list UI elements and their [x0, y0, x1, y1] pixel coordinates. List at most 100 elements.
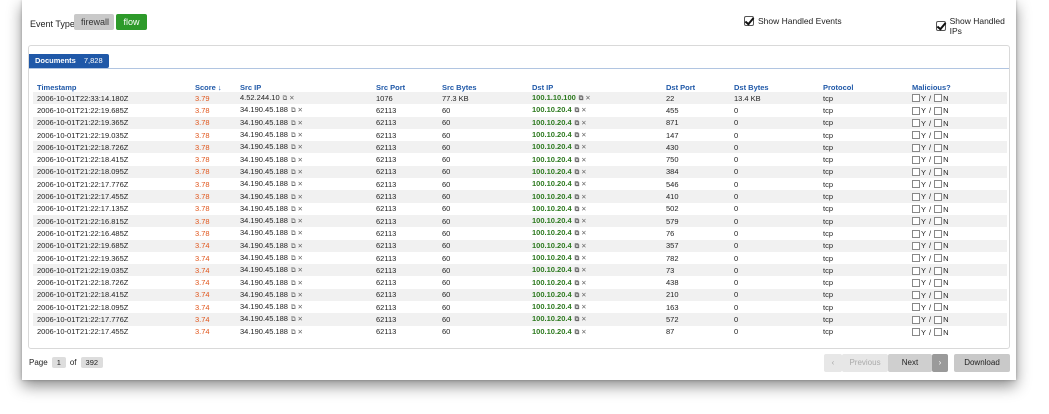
malicious-no-checkbox[interactable]	[934, 303, 943, 312]
table-row[interactable]: 2006-10-01T22:33:14.180Z 3.79 4.52.244.10 ⧉…	[33, 92, 1007, 105]
copy-icon[interactable]: ⧉	[575, 316, 580, 323]
close-icon[interactable]: ✕	[581, 304, 586, 311]
dst-ip[interactable]: 100.10.20.4	[532, 192, 572, 201]
previous-arrow-icon[interactable]: ‹	[824, 354, 842, 372]
malicious-no-checkbox[interactable]	[934, 266, 943, 275]
copy-icon[interactable]: ⧉	[291, 230, 296, 237]
close-icon[interactable]: ✕	[297, 255, 302, 262]
malicious-yes-checkbox[interactable]	[912, 106, 920, 115]
close-icon[interactable]: ✕	[581, 120, 586, 127]
malicious-yes-checkbox[interactable]	[912, 229, 920, 238]
malicious-no-checkbox[interactable]	[934, 229, 943, 238]
copy-icon[interactable]: ⧉	[575, 194, 580, 201]
copy-icon[interactable]: ⧉	[291, 304, 296, 311]
copy-icon[interactable]: ⧉	[291, 206, 296, 213]
close-icon[interactable]: ✕	[297, 329, 302, 336]
show-handled-ips-checkbox[interactable]	[936, 21, 946, 31]
dst-ip[interactable]: 100.10.20.4	[532, 302, 572, 311]
column-header[interactable]: Malicious?	[908, 82, 1007, 92]
table-row[interactable]: 2006-10-01T21:22:18.726Z 3.74 34.190.45.18…	[33, 276, 1007, 288]
src-ip[interactable]: 34.190.45.188	[240, 179, 288, 188]
src-ip[interactable]: 4.52.244.10	[240, 93, 280, 102]
column-header[interactable]: Protocol	[819, 82, 908, 92]
dst-ip[interactable]: 100.10.20.4	[532, 228, 572, 237]
close-icon[interactable]: ✕	[581, 280, 586, 287]
copy-icon[interactable]: ⧉	[575, 132, 580, 139]
next-arrow-icon[interactable]: ›	[932, 354, 948, 372]
malicious-no-checkbox[interactable]	[934, 328, 943, 337]
close-icon[interactable]: ✕	[581, 230, 586, 237]
src-ip[interactable]: 34.190.45.188	[240, 290, 288, 299]
copy-icon[interactable]: ⧉	[291, 120, 296, 127]
malicious-no-checkbox[interactable]	[934, 217, 943, 226]
table-row[interactable]: 2006-10-01T21:22:19.685Z 3.74 34.190.45.18…	[33, 239, 1007, 252]
column-header[interactable]: Timestamp	[33, 82, 191, 92]
table-row[interactable]: 2006-10-01T21:22:17.776Z 3.78 34.190.45.18…	[33, 178, 1007, 190]
close-icon[interactable]: ✕	[297, 194, 302, 201]
src-ip[interactable]: 34.190.45.188	[240, 167, 288, 176]
copy-icon[interactable]: ⧉	[575, 280, 580, 287]
src-ip[interactable]: 34.190.45.188	[240, 228, 288, 237]
dst-ip[interactable]: 100.10.20.4	[532, 253, 572, 262]
copy-icon[interactable]: ⧉	[291, 157, 296, 164]
close-icon[interactable]: ✕	[297, 280, 302, 287]
table-row[interactable]: 2006-10-01T21:22:17.135Z 3.78 34.190.45.18…	[33, 203, 1007, 215]
copy-icon[interactable]: ⧉	[575, 267, 580, 274]
close-icon[interactable]: ✕	[297, 107, 302, 114]
close-icon[interactable]: ✕	[297, 157, 302, 164]
copy-icon[interactable]: ⧉	[291, 292, 296, 299]
close-icon[interactable]: ✕	[297, 304, 302, 311]
close-icon[interactable]: ✕	[297, 132, 302, 139]
malicious-yes-checkbox[interactable]	[912, 94, 920, 103]
src-ip[interactable]: 34.190.45.188	[240, 314, 288, 323]
dst-ip[interactable]: 100.10.20.4	[532, 327, 572, 336]
show-handled-events-checkbox[interactable]	[744, 16, 754, 26]
table-row[interactable]: 2006-10-01T21:22:19.035Z 3.74 34.190.45.18…	[33, 264, 1007, 277]
malicious-yes-checkbox[interactable]	[912, 303, 920, 312]
malicious-no-checkbox[interactable]	[934, 278, 943, 287]
copy-icon[interactable]: ⧉	[575, 107, 580, 114]
src-ip[interactable]: 34.190.45.188	[240, 265, 288, 274]
src-ip[interactable]: 34.190.45.188	[240, 118, 288, 127]
table-row[interactable]: 2006-10-01T21:22:19.365Z 3.74 34.190.45.18…	[33, 252, 1007, 264]
copy-icon[interactable]: ⧉	[291, 169, 296, 176]
malicious-yes-checkbox[interactable]	[912, 168, 920, 177]
close-icon[interactable]: ✕	[297, 181, 302, 188]
copy-icon[interactable]: ⧉	[575, 144, 580, 151]
copy-icon[interactable]: ⧉	[575, 157, 580, 164]
src-ip[interactable]: 34.190.45.188	[240, 241, 288, 250]
malicious-no-checkbox[interactable]	[934, 180, 943, 189]
download-button[interactable]: Download	[954, 354, 1010, 372]
close-icon[interactable]: ✕	[297, 267, 302, 274]
malicious-no-checkbox[interactable]	[934, 254, 943, 263]
close-icon[interactable]: ✕	[581, 267, 586, 274]
malicious-yes-checkbox[interactable]	[912, 131, 920, 140]
copy-icon[interactable]: ⧉	[291, 243, 296, 250]
copy-icon[interactable]: ⧉	[575, 304, 580, 311]
copy-icon[interactable]: ⧉	[575, 243, 580, 250]
close-icon[interactable]: ✕	[297, 144, 302, 151]
close-icon[interactable]: ✕	[585, 95, 590, 102]
close-icon[interactable]: ✕	[581, 181, 586, 188]
table-row[interactable]: 2006-10-01T21:22:17.455Z 3.74 34.190.45.18…	[33, 326, 1007, 338]
table-row[interactable]: 2006-10-01T21:22:18.415Z 3.74 34.190.45.18…	[33, 288, 1007, 302]
copy-icon[interactable]: ⧉	[291, 218, 296, 225]
dst-ip[interactable]: 100.10.20.4	[532, 130, 572, 139]
table-row[interactable]: 2006-10-01T21:22:17.776Z 3.74 34.190.45.18…	[33, 313, 1007, 326]
copy-icon[interactable]: ⧉	[291, 144, 296, 151]
copy-icon[interactable]: ⧉	[575, 292, 580, 299]
table-row[interactable]: 2006-10-01T21:22:19.685Z 3.78 34.190.45.18…	[33, 104, 1007, 116]
src-ip[interactable]: 34.190.45.188	[240, 253, 288, 262]
table-row[interactable]: 2006-10-01T21:22:16.485Z 3.78 34.190.45.18…	[33, 227, 1007, 239]
src-ip[interactable]: 34.190.45.188	[240, 204, 288, 213]
malicious-yes-checkbox[interactable]	[912, 291, 920, 300]
src-ip[interactable]: 34.190.45.188	[240, 155, 288, 164]
src-ip[interactable]: 34.190.45.188	[240, 105, 288, 114]
copy-icon[interactable]: ⧉	[291, 132, 296, 139]
close-icon[interactable]: ✕	[297, 292, 302, 299]
close-icon[interactable]: ✕	[297, 230, 302, 237]
malicious-yes-checkbox[interactable]	[912, 241, 920, 250]
src-ip[interactable]: 34.190.45.188	[240, 192, 288, 201]
src-ip[interactable]: 34.190.45.188	[240, 216, 288, 225]
dst-ip[interactable]: 100.10.20.4	[532, 216, 572, 225]
